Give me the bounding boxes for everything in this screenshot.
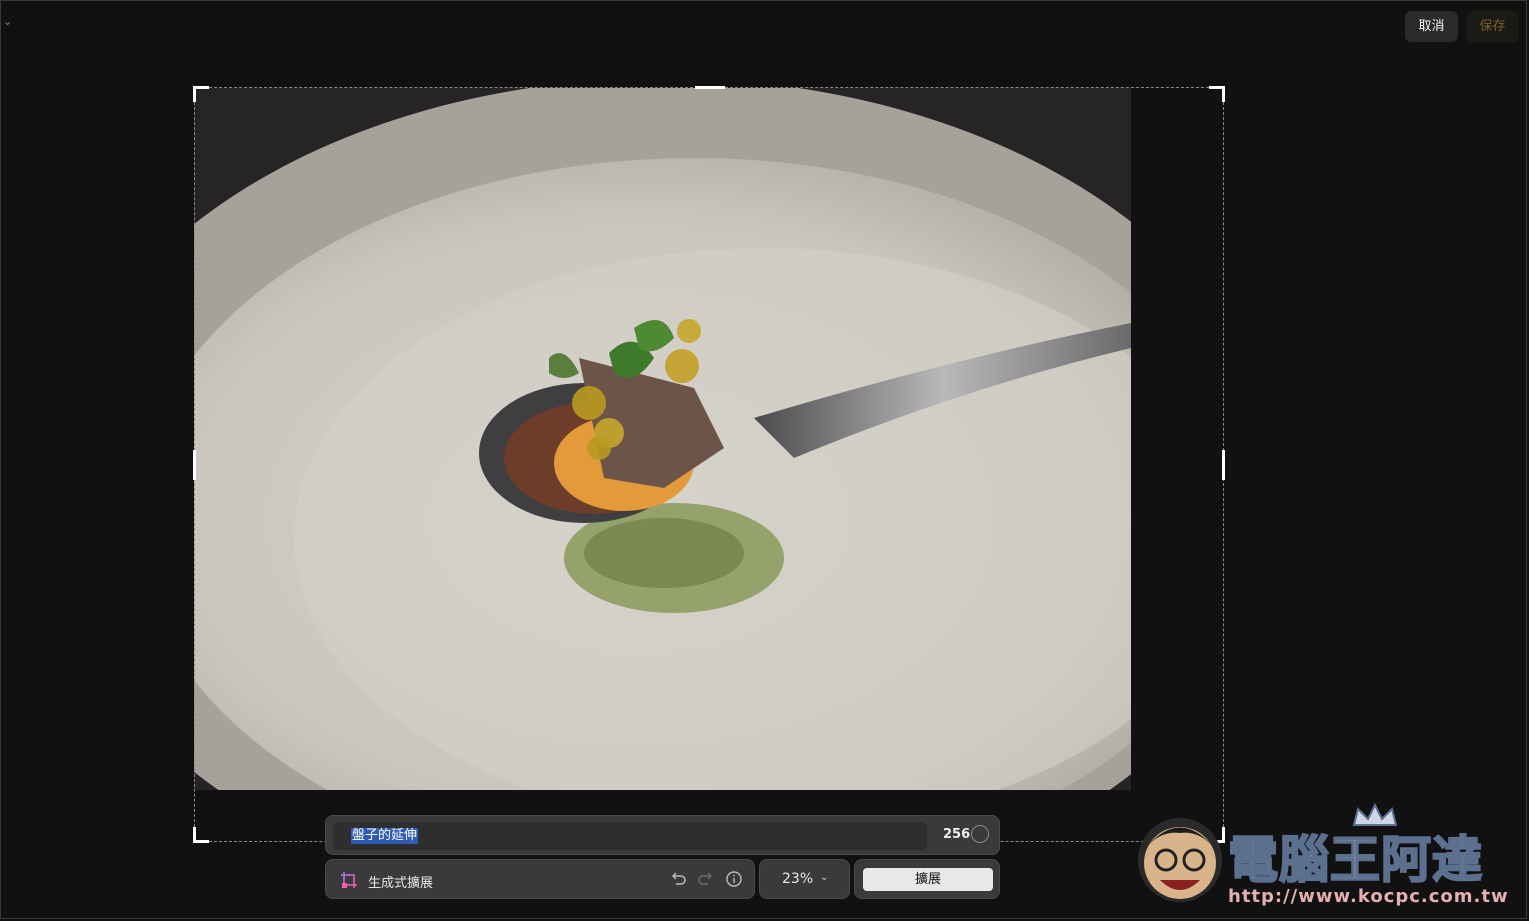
crop-frame[interactable] bbox=[193, 86, 1225, 843]
crop-handle-right[interactable] bbox=[1222, 450, 1225, 480]
generative-expand-icon bbox=[341, 872, 357, 888]
info-icon[interactable] bbox=[725, 870, 743, 888]
generative-expand-toolbar: 生成式擴展 bbox=[325, 859, 755, 899]
char-count: 256 bbox=[943, 827, 971, 842]
crop-handle-top-left[interactable] bbox=[193, 86, 196, 102]
chevron-down-icon[interactable]: ⌄ bbox=[3, 16, 15, 28]
undo-icon[interactable] bbox=[669, 870, 687, 888]
char-count-ring-icon bbox=[971, 825, 989, 843]
crop-handle-left[interactable] bbox=[193, 450, 196, 480]
cancel-button[interactable]: 取消 bbox=[1405, 11, 1458, 42]
chevron-down-icon: ⌄ bbox=[820, 872, 829, 883]
prompt-input[interactable]: 盤子的延伸 bbox=[333, 822, 927, 850]
mascot-logo bbox=[1138, 818, 1222, 902]
expand-button[interactable]: 擴展 bbox=[863, 868, 993, 891]
watermark-url: http://www.kocpc.com.tw bbox=[1228, 886, 1509, 907]
tool-label: 生成式擴展 bbox=[368, 876, 434, 891]
redo-icon[interactable] bbox=[697, 870, 715, 888]
crop-handle-bottom-left[interactable] bbox=[193, 827, 196, 843]
watermark: 電腦王阿達 http://www.kocpc.com.tw bbox=[1130, 800, 1525, 920]
prompt-bar: 盤子的延伸 256 bbox=[325, 815, 1000, 855]
zoom-level: 23% bbox=[782, 871, 814, 887]
prompt-text[interactable]: 盤子的延伸 bbox=[351, 828, 419, 844]
watermark-title: 電腦王阿達 bbox=[1227, 829, 1483, 890]
crop-handle-top[interactable] bbox=[695, 86, 725, 89]
zoom-dropdown[interactable]: 23% ⌄ bbox=[759, 859, 850, 899]
expand-group: 擴展 bbox=[854, 859, 1000, 899]
save-button[interactable]: 保存 bbox=[1466, 11, 1519, 42]
crop-handle-top-right[interactable] bbox=[1222, 86, 1225, 102]
